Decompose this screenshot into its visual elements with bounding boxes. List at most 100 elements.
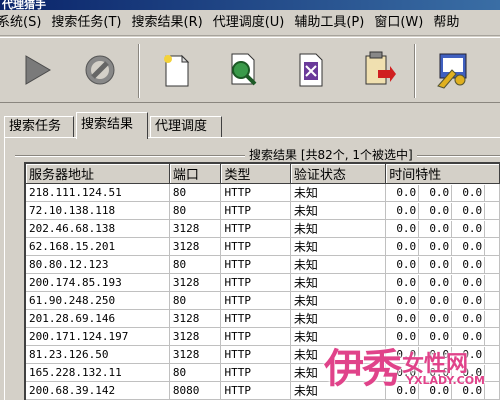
tab-search-task[interactable]: 搜索任务: [4, 116, 74, 138]
menu-aux-tools[interactable]: 辅助工具(P): [290, 10, 370, 36]
timing-value: 0.0: [452, 238, 486, 255]
cell-port: 3128: [169, 219, 222, 238]
cell-type: HTTP: [220, 201, 291, 220]
verify-button[interactable]: [290, 50, 330, 90]
timing-value: 0.0: [386, 238, 420, 255]
cell-port: 8080: [169, 381, 222, 400]
timing-value: 0.0: [452, 292, 486, 309]
timing-value: 0.0: [419, 382, 453, 399]
column-header-timing[interactable]: 时间特性: [385, 164, 500, 184]
cell-type: HTTP: [220, 237, 291, 256]
window-title: 代理猎手: [2, 0, 46, 10]
tab-strip: 搜索任务 搜索结果 代理调度: [0, 112, 500, 139]
column-header-status[interactable]: 验证状态: [290, 164, 387, 184]
table-row[interactable]: 72.10.138.118 80 HTTP 未知 0.0 0.0 0.0: [26, 201, 500, 220]
cell-port: 3128: [169, 345, 222, 364]
column-header-server[interactable]: 服务器地址: [26, 164, 170, 184]
cell-status: 未知: [290, 291, 387, 310]
cell-server: 80.80.12.123: [26, 255, 170, 274]
menu-search-results[interactable]: 搜索结果(R): [128, 10, 209, 36]
cell-type: HTTP: [220, 273, 291, 292]
stop-icon: [85, 55, 115, 85]
timing-value: 0.0: [386, 382, 420, 399]
menu-search-task[interactable]: 搜索任务(T): [47, 10, 127, 36]
cell-status: 未知: [290, 255, 387, 274]
timing-value: 0.0: [386, 202, 420, 219]
table-row[interactable]: 200.174.85.193 3128 HTTP 未知 0.0 0.0 0.0: [26, 273, 500, 292]
table-header-row: 服务器地址 端口 类型 验证状态 时间特性: [26, 164, 500, 184]
table-row[interactable]: 202.46.68.138 3128 HTTP 未知 0.0 0.0 0.0: [26, 219, 500, 238]
cell-timing: 0.0 0.0 0.0: [385, 201, 500, 220]
timing-value: 0.0: [452, 382, 486, 399]
cell-type: HTTP: [220, 345, 291, 364]
tools-button[interactable]: [432, 50, 472, 90]
cell-timing: 0.0 0.0 0.0: [385, 309, 500, 328]
table-row[interactable]: 165.228.132.11 80 HTTP 未知 0.0 0.0 0.0: [26, 363, 500, 382]
cell-server: 202.46.68.138: [26, 219, 170, 238]
cell-status: 未知: [290, 273, 387, 292]
table-row[interactable]: 218.111.124.51 80 HTTP 未知 0.0 0.0 0.0: [26, 183, 500, 202]
cell-type: HTTP: [220, 219, 291, 238]
search-result-button[interactable]: [222, 50, 262, 90]
cell-type: HTTP: [220, 381, 291, 400]
search-document-icon: [231, 53, 257, 86]
cell-server: 200.174.85.193: [26, 273, 170, 292]
results-list[interactable]: 服务器地址 端口 类型 验证状态 时间特性 218.111.124.51 80 HT…: [24, 162, 500, 400]
toolbar: [0, 37, 500, 103]
results-body: 218.111.124.51 80 HTTP 未知 0.0 0.0 0.0 72.10.138…: [26, 183, 500, 400]
cell-server: 72.10.138.118: [26, 201, 170, 220]
table-row[interactable]: 61.90.248.250 80 HTTP 未知 0.0 0.0 0.0: [26, 291, 500, 310]
cell-timing: 0.0 0.0 0.0: [385, 363, 500, 382]
timing-value: 0.0: [386, 274, 420, 291]
cell-status: 未知: [290, 219, 387, 238]
play-icon: [25, 55, 51, 85]
timing-value: 0.0: [386, 184, 420, 201]
cell-port: 80: [169, 201, 222, 220]
purple-document-icon: [299, 53, 323, 87]
menu-system[interactable]: 系统(S): [0, 10, 47, 36]
menu-proxy-schedule[interactable]: 代理调度(U): [209, 10, 291, 36]
timing-value: 0.0: [419, 328, 453, 345]
cell-timing: 0.0 0.0 0.0: [385, 327, 500, 346]
stop-search-button[interactable]: [80, 50, 120, 90]
cell-port: 80: [169, 255, 222, 274]
table-row[interactable]: 200.68.39.142 8080 HTTP 未知 0.0 0.0 0.0: [26, 381, 500, 400]
menu-window[interactable]: 窗口(W): [370, 10, 429, 36]
cell-type: HTTP: [220, 309, 291, 328]
cell-timing: 0.0 0.0 0.0: [385, 273, 500, 292]
export-document-icon: [365, 51, 396, 85]
timing-value: 0.0: [386, 292, 420, 309]
export-button[interactable]: [356, 50, 396, 90]
timing-value: 0.0: [419, 310, 453, 327]
timing-value: 0.0: [452, 364, 486, 381]
menu-help[interactable]: 帮助: [429, 10, 465, 36]
cell-status: 未知: [290, 345, 387, 364]
table-row[interactable]: 80.80.12.123 80 HTTP 未知 0.0 0.0 0.0: [26, 255, 500, 274]
column-header-port[interactable]: 端口: [169, 164, 222, 184]
cell-timing: 0.0 0.0 0.0: [385, 183, 500, 202]
cell-server: 200.171.124.197: [26, 327, 170, 346]
timing-value: 0.0: [386, 364, 420, 381]
column-header-type[interactable]: 类型: [220, 164, 291, 184]
timing-value: 0.0: [419, 256, 453, 273]
tab-proxy-schedule[interactable]: 代理调度: [150, 116, 222, 138]
cell-server: 165.228.132.11: [26, 363, 170, 382]
start-search-button[interactable]: [16, 50, 56, 90]
timing-value: 0.0: [452, 220, 486, 237]
timing-value: 0.0: [419, 202, 453, 219]
cell-port: 3128: [169, 237, 222, 256]
table-row[interactable]: 201.28.69.146 3128 HTTP 未知 0.0 0.0 0.0: [26, 309, 500, 328]
timing-value: 0.0: [419, 364, 453, 381]
new-task-button[interactable]: [156, 50, 196, 90]
table-row[interactable]: 81.23.126.50 3128 HTTP 未知 0.0 0.0 0.0: [26, 345, 500, 364]
table-row[interactable]: 200.171.124.197 3128 HTTP 未知 0.0 0.0 0.0: [26, 327, 500, 346]
timing-value: 0.0: [419, 238, 453, 255]
cell-server: 61.90.248.250: [26, 291, 170, 310]
timing-value: 0.0: [419, 346, 453, 363]
table-row[interactable]: 62.168.15.201 3128 HTTP 未知 0.0 0.0 0.0: [26, 237, 500, 256]
tab-search-results[interactable]: 搜索结果: [76, 112, 148, 139]
cell-type: HTTP: [220, 327, 291, 346]
timing-value: 0.0: [452, 184, 486, 201]
cell-server: 218.111.124.51: [26, 183, 170, 202]
cell-status: 未知: [290, 237, 387, 256]
